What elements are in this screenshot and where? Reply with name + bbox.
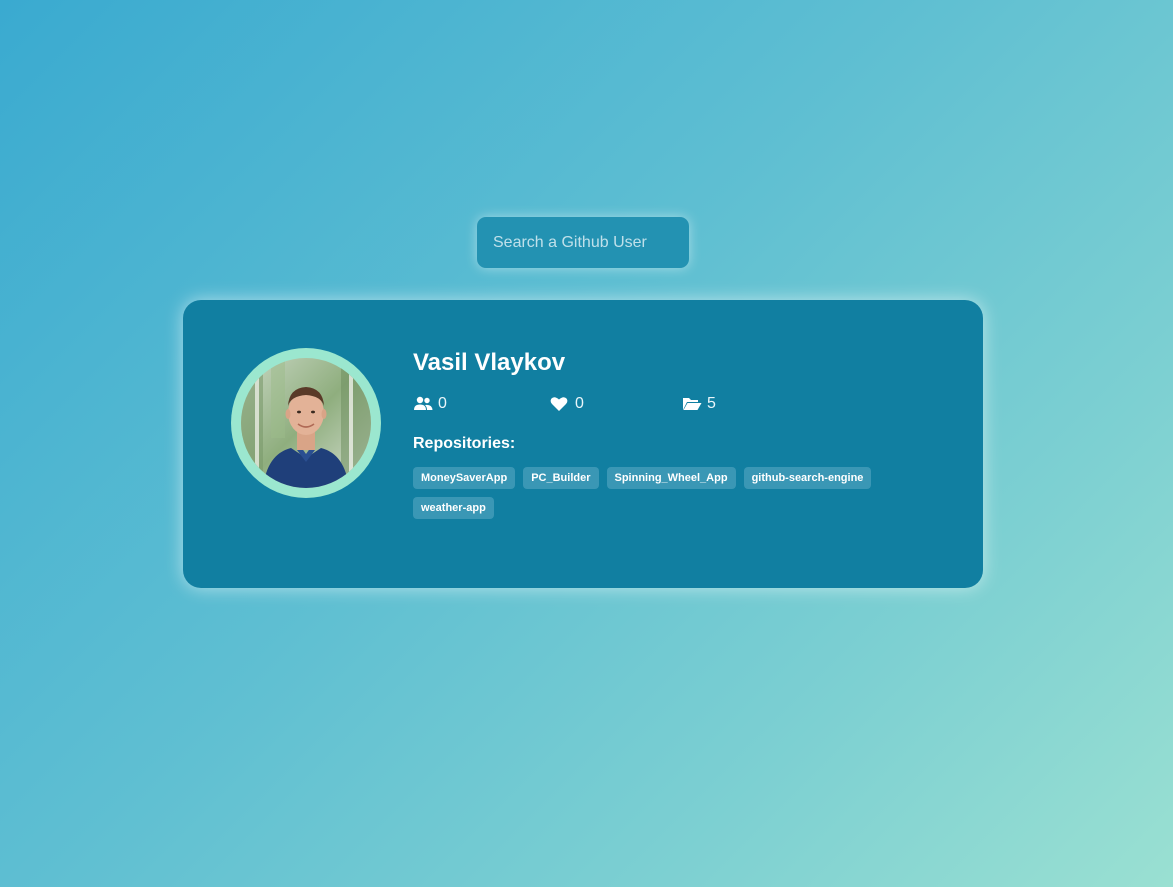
repo-link[interactable]: PC_Builder: [523, 467, 599, 489]
avatar: [241, 358, 371, 488]
repos-stat: 5: [682, 395, 716, 413]
avatar-photo: [241, 358, 371, 488]
avatar-ring: [231, 348, 381, 498]
stats-row: 0 0 5: [413, 395, 953, 415]
repositories-heading: Repositories:: [413, 435, 516, 452]
search-container: [477, 217, 689, 268]
followers-count: 0: [438, 395, 447, 412]
following-stat: 0: [550, 395, 584, 413]
followers-stat: 0: [413, 395, 447, 413]
repo-link[interactable]: MoneySaverApp: [413, 467, 516, 489]
repos-count: 5: [707, 395, 716, 412]
profile-info: Vasil Vlaykov 0 0 5 Repositories: MoneyS…: [413, 348, 953, 527]
repo-link[interactable]: weather-app: [413, 497, 494, 519]
users-icon: [413, 396, 433, 412]
profile-card: Vasil Vlaykov 0 0 5 Repositories: MoneyS…: [183, 300, 983, 588]
repo-link[interactable]: github-search-engine: [743, 467, 872, 489]
user-name: Vasil Vlaykov: [413, 349, 566, 376]
heart-icon: [550, 396, 570, 412]
following-count: 0: [575, 395, 584, 412]
repo-link[interactable]: Spinning_Wheel_App: [606, 467, 736, 489]
folder-open-icon: [682, 396, 702, 412]
repo-list: MoneySaverApp PC_Builder Spinning_Wheel_…: [413, 467, 913, 527]
search-input[interactable]: [477, 217, 689, 268]
